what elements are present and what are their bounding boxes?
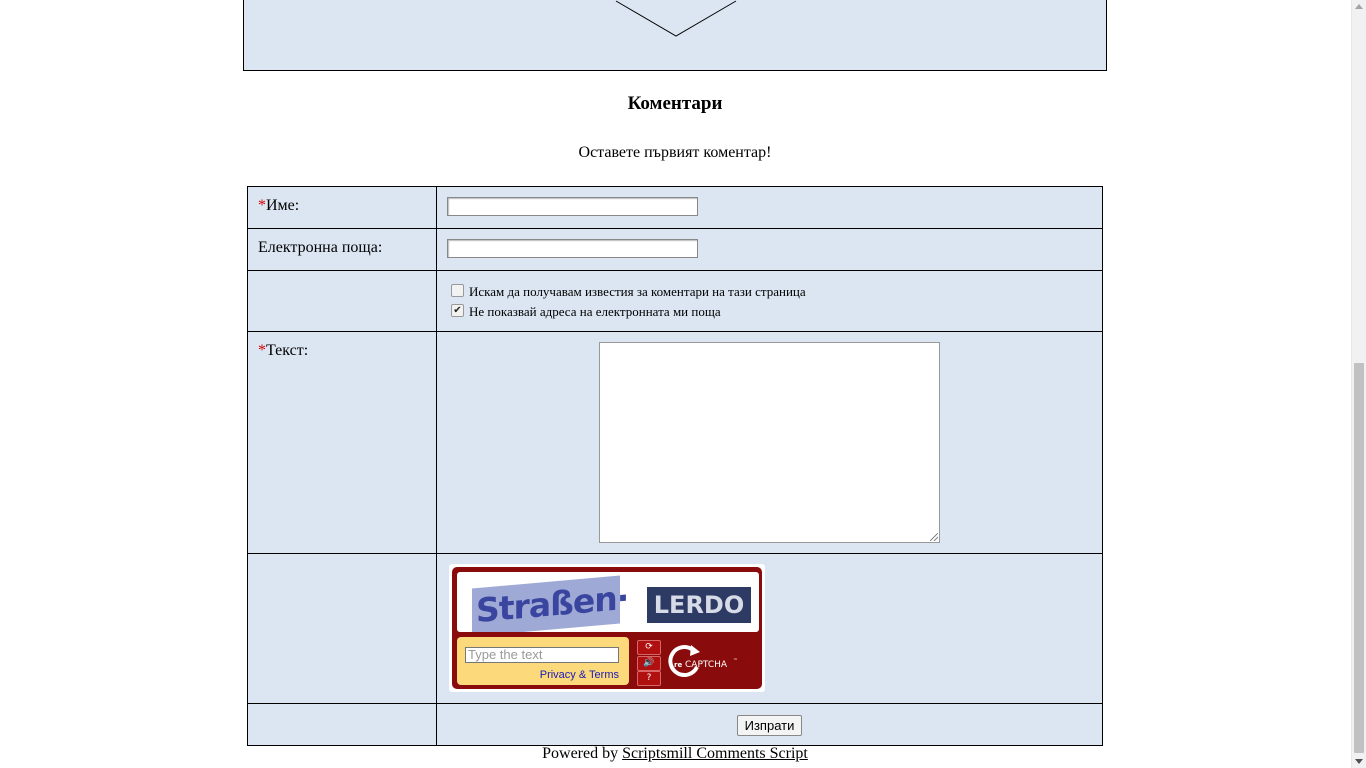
comment-form: *Име: Електронна поща: Искам да получава… [247,186,1103,746]
notify-option[interactable]: Искам да получавам известия за коментари… [451,282,1102,302]
svg-text:re: re [674,661,682,669]
required-marker: * [258,342,266,359]
empty-label-cell [247,553,437,704]
scroll-thumb[interactable] [1354,363,1364,753]
name-label: *Име: [247,186,437,229]
previous-content-box [243,0,1107,71]
empty-label-cell [247,703,437,746]
recaptcha-widget: Straßen· LERDO Type the text Privacy & T… [449,564,765,692]
hide-email-label: Не показвай адреса на електронната ми по… [469,304,721,319]
required-marker: * [258,197,266,214]
notify-label: Искам да получавам известия за коментари… [469,284,806,299]
powered-by-footer: Powered by Scriptsmill Comments Script [243,745,1107,763]
email-label: Електронна поща: [247,228,437,271]
first-comment-prompt: Оставете първият коментар! [578,144,772,161]
text-label: *Текст: [247,331,437,554]
scriptsmill-link[interactable]: Scriptsmill Comments Script [622,745,808,762]
scroll-up-arrow-icon[interactable] [1355,4,1363,9]
email-label-text: Електронна поща: [258,239,383,256]
resize-grip-icon[interactable] [930,533,938,541]
notify-checkbox[interactable] [451,283,464,297]
captcha-word-2: LERDO [647,587,751,623]
email-input[interactable] [447,239,698,258]
text-label-text: Текст: [266,342,309,359]
svg-text:™: ™ [733,658,738,664]
vertical-scrollbar[interactable] [1351,0,1366,768]
captcha-image: Straßen· LERDO [457,572,759,632]
comments-heading: Коментари [627,93,723,114]
svg-text:CAPTCHA: CAPTCHA [685,660,728,670]
recaptcha-logo-icon: re CAPTCHA ™ [668,645,738,677]
captcha-word-1: Straßen· [472,575,628,632]
empty-label-cell [247,270,437,332]
recaptcha-panel: Straßen· LERDO Type the text Privacy & T… [452,567,762,689]
name-input[interactable] [447,197,698,216]
refresh-icon[interactable]: ⟳ [637,640,661,655]
help-icon[interactable]: ? [637,671,661,686]
name-label-text: Име: [266,197,300,214]
audio-icon[interactable]: 🔊 [637,656,661,671]
comment-textarea[interactable] [599,342,940,543]
hide-email-option[interactable]: ✔ Не показвай адреса на електронната ми … [451,302,1102,322]
submit-button[interactable]: Изпрати [737,715,802,736]
hide-email-checkbox[interactable]: ✔ [451,303,464,317]
captcha-input[interactable]: Type the text [465,647,619,663]
scroll-down-arrow-icon[interactable] [1355,759,1363,764]
captcha-entry-area: Type the text Privacy & Terms [457,637,629,685]
chevron-down-graphic [615,0,737,37]
privacy-terms-link[interactable]: Privacy & Terms [540,669,619,681]
powered-by-text: Powered by [542,745,619,762]
